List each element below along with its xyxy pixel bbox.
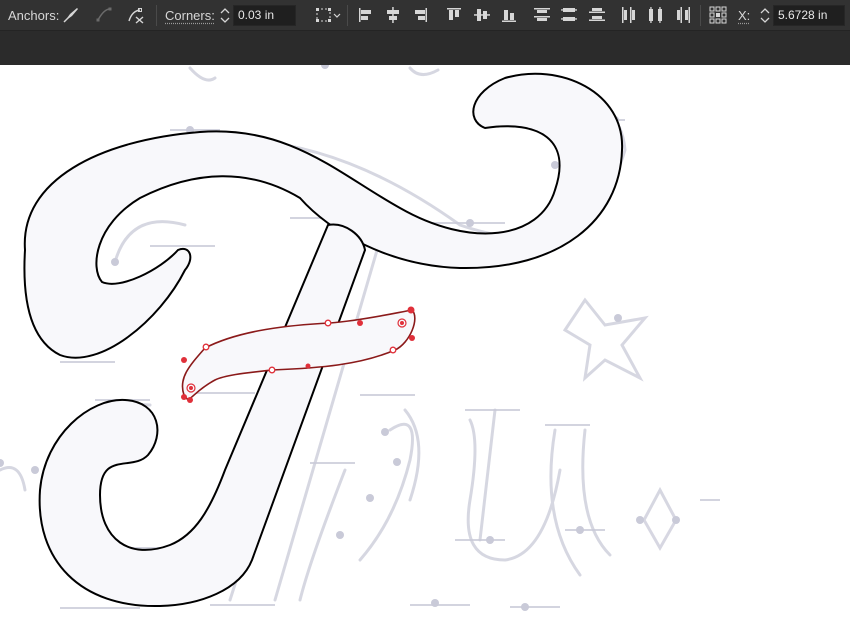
horizontal-distribute-center-icon[interactable] [645, 4, 667, 26]
vertical-distribute-bottom-icon[interactable] [586, 4, 608, 26]
control-bar: Anchors: Corners: 0.03 in X: 5.6728 in [0, 0, 850, 31]
toolbar-separator [700, 5, 701, 26]
vertical-align-bottom-icon[interactable] [498, 4, 520, 26]
artwork [0, 65, 720, 611]
corners-stepper[interactable] [218, 5, 232, 26]
horizontal-distribute-right-icon[interactable] [672, 4, 694, 26]
document-tab-bar [0, 31, 850, 65]
toolbar-separator [156, 5, 157, 26]
toolbar-separator [347, 5, 348, 26]
reference-point-icon[interactable] [707, 4, 729, 26]
remove-anchor-icon[interactable] [125, 4, 147, 26]
x-position-input[interactable]: 5.6728 in [773, 5, 845, 26]
x-label: X: [738, 8, 751, 23]
vertical-align-top-icon[interactable] [443, 4, 465, 26]
transform-bounds-icon[interactable] [313, 4, 343, 26]
corners-label: Corners: [165, 8, 215, 23]
convert-anchor-to-smooth-icon[interactable] [93, 4, 115, 26]
x-stepper[interactable] [758, 5, 772, 26]
corners-input[interactable]: 0.03 in [233, 5, 296, 26]
artboard-canvas[interactable] [0, 65, 850, 621]
horizontal-align-center-icon[interactable] [382, 4, 404, 26]
anchors-label: Anchors: [8, 8, 60, 23]
vertical-distribute-center-icon[interactable] [558, 4, 580, 26]
convert-anchor-to-corner-icon[interactable] [60, 4, 82, 26]
vertical-distribute-top-icon[interactable] [531, 4, 553, 26]
horizontal-align-left-icon[interactable] [355, 4, 377, 26]
horizontal-align-right-icon[interactable] [409, 4, 431, 26]
horizontal-distribute-left-icon[interactable] [618, 4, 640, 26]
vertical-align-center-icon[interactable] [471, 4, 493, 26]
